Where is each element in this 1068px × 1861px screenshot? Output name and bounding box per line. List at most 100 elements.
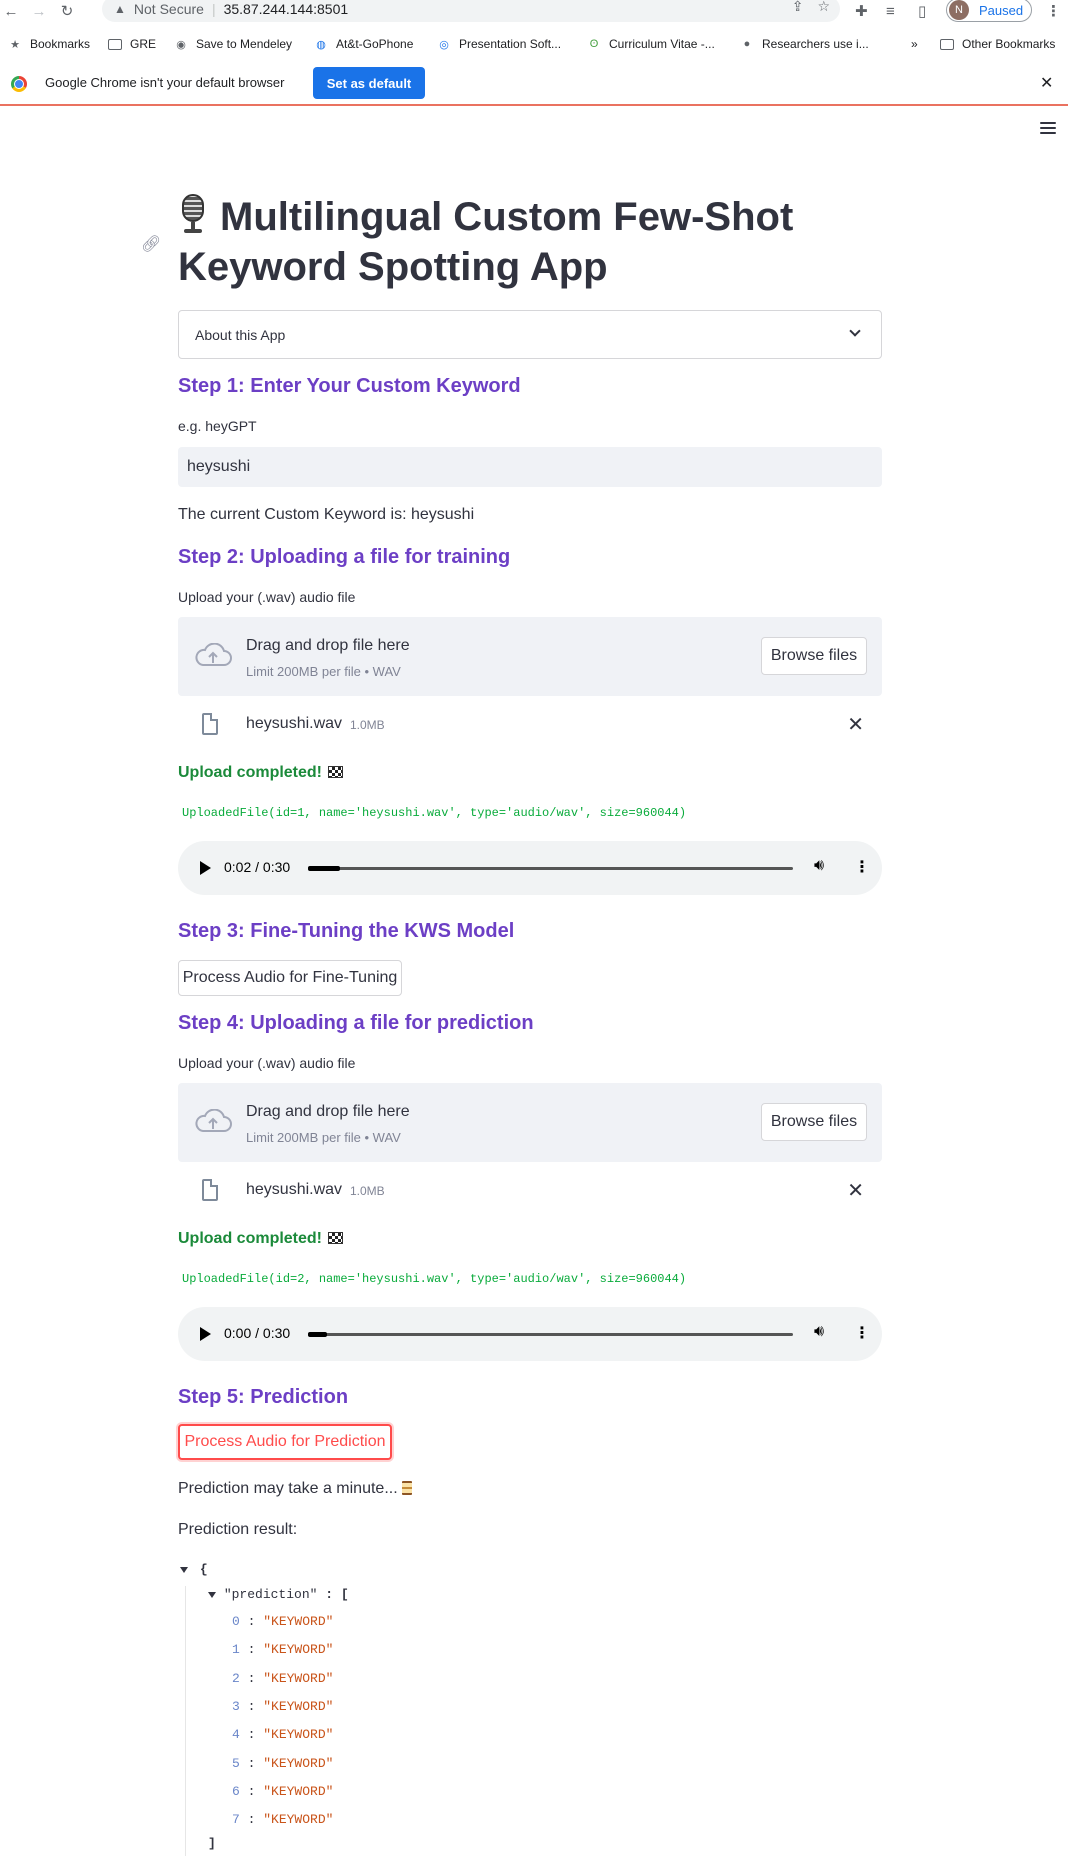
address-separator: | bbox=[211, 1, 216, 17]
audio-player: 0:00 / 0:30 🔊︎ ⋮ bbox=[178, 1307, 882, 1361]
infobar-message: Google Chrome isn't your default browser bbox=[45, 75, 285, 90]
bookmark-item[interactable]: ◍ At&t-GoPhone bbox=[314, 35, 413, 53]
json-value: "KEYWORD" bbox=[263, 1812, 334, 1828]
step4-heading: Step 4: Uploading a file for prediction bbox=[178, 1012, 534, 1034]
json-colon: : bbox=[239, 1783, 264, 1799]
bookmark-item[interactable]: ʘ Curriculum Vitae -... bbox=[587, 35, 715, 53]
site-icon: ● bbox=[743, 38, 751, 50]
page-title: Multilingual Custom Few-Shot Keyword Spo… bbox=[178, 192, 898, 292]
success-text: Upload completed! bbox=[178, 1230, 323, 1247]
globe-icon: ◎ bbox=[439, 38, 449, 51]
chrome-menu-icon[interactable]: ⋮ bbox=[1046, 0, 1061, 22]
overleaf-icon: ʘ bbox=[589, 38, 599, 50]
bookmark-item[interactable]: ◎ Presentation Soft... bbox=[437, 35, 561, 53]
json-array-item: 0 : "KEYWORD" bbox=[232, 1614, 333, 1629]
profile-button[interactable]: N Paused bbox=[946, 0, 1032, 22]
json-index: 2 bbox=[232, 1670, 240, 1686]
dropzone-title: Drag and drop file here bbox=[246, 1103, 410, 1120]
dropzone-limit: Limit 200MB per file • WAV bbox=[246, 664, 401, 679]
bookmarks-overflow[interactable]: » bbox=[911, 35, 918, 53]
reload-icon[interactable]: ↻ bbox=[58, 0, 76, 22]
upload-cloud-icon bbox=[195, 1109, 232, 1132]
json-colon: : bbox=[239, 1614, 264, 1629]
keyword-input[interactable] bbox=[178, 447, 882, 487]
remove-file-icon[interactable]: ✕ bbox=[847, 712, 864, 737]
file-icon bbox=[202, 1179, 218, 1201]
page-title-text: Multilingual Custom Few-Shot Keyword Spo… bbox=[178, 195, 794, 289]
microphone-icon bbox=[178, 194, 208, 234]
upload-cloud-icon bbox=[195, 643, 232, 666]
step5-heading: Step 5: Prediction bbox=[178, 1386, 349, 1408]
more-options-icon[interactable]: ⋮ bbox=[854, 1323, 870, 1343]
json-root-row[interactable]: { bbox=[180, 1562, 208, 1577]
file-size: 1.0MB bbox=[350, 1184, 385, 1198]
file-icon bbox=[202, 713, 218, 735]
json-value: "KEYWORD" bbox=[263, 1727, 334, 1743]
json-array-item: 4 : "KEYWORD" bbox=[232, 1727, 333, 1742]
collapse-triangle-icon[interactable] bbox=[180, 1567, 188, 1573]
bookmark-item[interactable]: ● Researchers use i... bbox=[740, 35, 869, 53]
back-icon[interactable]: ← bbox=[2, 0, 20, 22]
extensions-icon[interactable]: ✚ bbox=[855, 0, 868, 22]
step2-heading: Step 2: Uploading a file for training bbox=[178, 546, 511, 568]
bookmark-item[interactable]: ◉ Save to Mendeley bbox=[174, 35, 292, 53]
json-array-open: : [ bbox=[325, 1587, 349, 1602]
volume-icon[interactable]: 🔊︎ bbox=[814, 857, 824, 875]
close-icon[interactable]: ✕ bbox=[1040, 73, 1053, 93]
audio-player: 0:02 / 0:30 🔊︎ ⋮ bbox=[178, 841, 882, 895]
play-icon[interactable] bbox=[200, 861, 211, 875]
success-text: Upload completed! bbox=[178, 764, 323, 781]
about-expander[interactable]: About this App bbox=[178, 310, 882, 359]
json-colon: : bbox=[239, 1670, 264, 1686]
predict-button[interactable]: Process Audio for Prediction bbox=[178, 1424, 392, 1460]
checkered-flag-icon bbox=[328, 766, 344, 778]
collapse-triangle-icon[interactable] bbox=[208, 1592, 216, 1598]
dropzone-limit: Limit 200MB per file • WAV bbox=[246, 1130, 401, 1145]
json-open-brace: { bbox=[199, 1562, 208, 1577]
forward-icon[interactable]: → bbox=[30, 0, 48, 22]
json-key-row[interactable]: "prediction" : [ bbox=[208, 1587, 349, 1602]
audio-progress bbox=[308, 866, 341, 871]
bookmark-label: Researchers use i... bbox=[762, 37, 869, 51]
side-panel-icon[interactable]: ▯ bbox=[918, 0, 926, 22]
avatar: N bbox=[949, 0, 969, 20]
address-bar[interactable]: ▲ Not Secure | 35.87.244.144:8501 ⇪ ☆ bbox=[102, 0, 840, 22]
json-array-item: 5 : "KEYWORD" bbox=[232, 1756, 333, 1771]
remove-file-icon[interactable]: ✕ bbox=[847, 1178, 864, 1203]
bookmark-star-icon[interactable]: ☆ bbox=[817, 0, 830, 15]
mendeley-icon: ◉ bbox=[176, 38, 186, 51]
star-icon: ★ bbox=[10, 38, 20, 51]
bookmark-label: Save to Mendeley bbox=[196, 37, 293, 51]
play-icon[interactable] bbox=[200, 1327, 211, 1341]
json-value: "KEYWORD" bbox=[263, 1614, 334, 1629]
browse-files-button[interactable]: Browse files bbox=[761, 637, 867, 675]
anchor-link-icon[interactable]: 🔗︎ bbox=[141, 234, 161, 254]
json-value: "KEYWORD" bbox=[263, 1755, 334, 1771]
file-dropzone[interactable]: Drag and drop file here Limit 200MB per … bbox=[178, 617, 882, 696]
share-icon[interactable]: ⇪ bbox=[792, 0, 804, 15]
json-value: "KEYWORD" bbox=[263, 1670, 334, 1686]
volume-icon[interactable]: 🔊︎ bbox=[814, 1323, 824, 1341]
json-value: "KEYWORD" bbox=[263, 1642, 334, 1658]
file-dropzone[interactable]: Drag and drop file here Limit 200MB per … bbox=[178, 1083, 882, 1162]
more-options-icon[interactable]: ⋮ bbox=[854, 857, 870, 877]
other-bookmarks[interactable]: Other Bookmarks bbox=[940, 35, 1055, 53]
browse-files-button[interactable]: Browse files bbox=[761, 1103, 867, 1141]
app-menu-icon[interactable] bbox=[1040, 122, 1056, 136]
uploaded-file-repr: UploadedFile(id=1, name='heysushi.wav', … bbox=[182, 806, 687, 820]
audio-seek-bar[interactable] bbox=[308, 866, 793, 871]
audio-seek-bar[interactable] bbox=[308, 1332, 793, 1337]
bookmark-item[interactable]: ★ Bookmarks bbox=[8, 35, 90, 53]
json-colon: : bbox=[239, 1755, 264, 1771]
fine-tune-button[interactable]: Process Audio for Fine-Tuning bbox=[178, 960, 402, 996]
expander-label: About this App bbox=[195, 326, 286, 343]
url-text[interactable]: 35.87.244.144:8501 bbox=[224, 1, 349, 17]
wait-message: Prediction may take a minute... bbox=[178, 1480, 412, 1498]
json-array-item: 2 : "KEYWORD" bbox=[232, 1671, 333, 1686]
overflow-chevron-icon: » bbox=[911, 37, 918, 51]
set-default-button[interactable]: Set as default bbox=[313, 67, 425, 99]
bookmark-item[interactable]: GRE bbox=[108, 35, 156, 53]
browser-toolbar: ← → ↻ ▲ Not Secure | 35.87.244.144:8501 … bbox=[0, 0, 1068, 22]
hourglass-icon bbox=[401, 1481, 412, 1495]
reading-list-icon[interactable]: ≡ bbox=[886, 0, 895, 22]
